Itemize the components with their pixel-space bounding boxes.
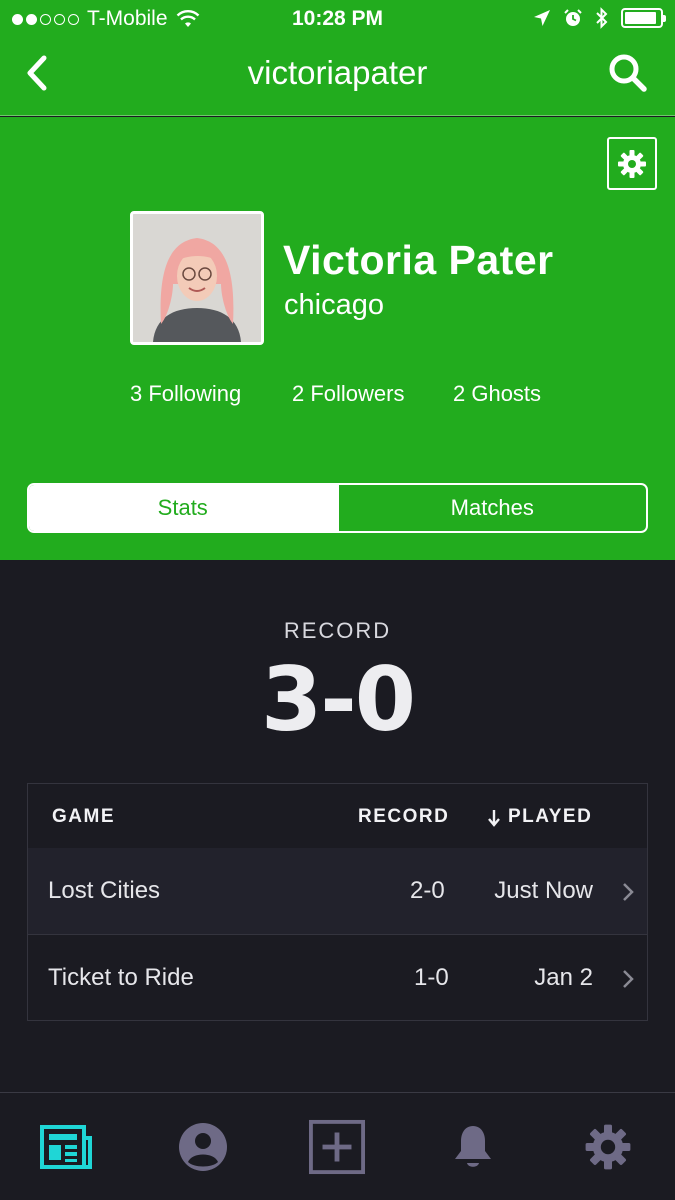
tab-notifications[interactable]	[445, 1119, 501, 1175]
battery-icon	[621, 8, 666, 28]
chevron-right-icon	[623, 970, 634, 988]
profile-name: Victoria Pater	[283, 237, 554, 283]
table-row[interactable]: Ticket to Ride 1-0 Jan 2	[28, 934, 647, 1020]
tab-add[interactable]	[309, 1119, 365, 1175]
following-link[interactable]: 3 Following	[130, 381, 241, 407]
game-name: Lost Cities	[48, 877, 161, 904]
bottom-tab-bar	[0, 1092, 675, 1200]
profile-counts: 3 Following 2 Followers 2 Ghosts	[0, 381, 675, 411]
column-header-record[interactable]: RECORD	[358, 806, 449, 828]
add-icon	[309, 1119, 365, 1175]
page-title: victoriapater	[247, 54, 428, 91]
gear-icon	[618, 149, 646, 178]
ghosts-link[interactable]: 2 Ghosts	[453, 381, 541, 407]
profile-header: Victoria Pater chicago 3 Following 2 Fol…	[0, 117, 675, 560]
table-row[interactable]: Lost Cities 2-0 Just Now	[28, 848, 647, 934]
record-label: RECORD	[283, 618, 392, 643]
avatar[interactable]	[130, 211, 264, 345]
game-record: 2-0	[410, 877, 445, 904]
status-bar: T-Mobile 10:28 PM	[0, 0, 675, 38]
sort-arrow-down-icon	[488, 810, 500, 827]
games-table: GAME RECORD PLAYED Lost Cities 2-0 Just …	[27, 783, 648, 1021]
chevron-right-icon	[623, 883, 634, 901]
search-button[interactable]	[607, 52, 649, 94]
game-played: Just Now	[494, 877, 593, 904]
game-name: Ticket to Ride	[48, 964, 194, 991]
followers-link[interactable]: 2 Followers	[292, 381, 404, 407]
profile-location: chicago	[284, 289, 384, 321]
column-header-game[interactable]: GAME	[52, 806, 115, 828]
navigation-bar: victoriapater	[0, 38, 675, 116]
profile-settings-button[interactable]	[607, 137, 657, 190]
bluetooth-icon	[596, 7, 608, 29]
record-value: 3-0	[261, 648, 416, 751]
news-feed-icon	[40, 1125, 92, 1169]
search-icon	[609, 54, 647, 92]
status-right	[533, 7, 666, 29]
location-arrow-icon	[534, 10, 550, 26]
settings-gear-icon	[585, 1124, 631, 1170]
tab-matches[interactable]: Matches	[336, 485, 647, 531]
column-header-played[interactable]: PLAYED	[508, 806, 592, 828]
tab-profile[interactable]	[175, 1119, 231, 1175]
table-header: GAME RECORD PLAYED	[28, 784, 647, 848]
avatar-photo	[133, 214, 261, 342]
alarm-icon	[564, 9, 582, 26]
tab-stats[interactable]: Stats	[29, 485, 337, 531]
game-played: Jan 2	[534, 964, 593, 991]
profile-segmented-control: Stats Matches	[27, 483, 648, 533]
battery-fill	[625, 12, 656, 24]
game-record: 1-0	[414, 964, 449, 991]
bell-icon	[455, 1126, 491, 1167]
profile-icon	[179, 1123, 227, 1171]
tab-feed[interactable]	[38, 1119, 94, 1175]
tab-settings[interactable]	[580, 1119, 636, 1175]
